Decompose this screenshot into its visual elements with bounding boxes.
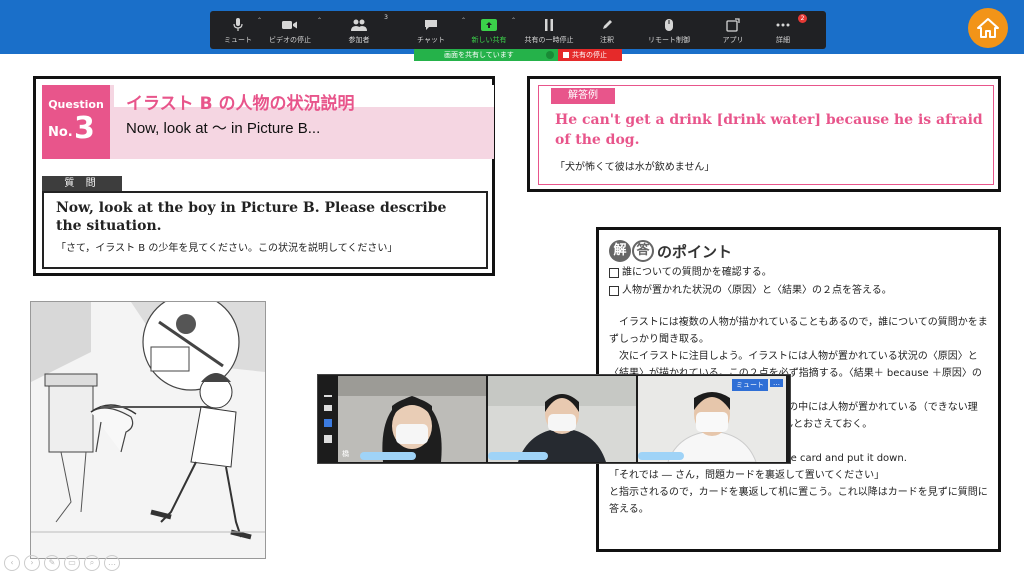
points-paragraph: イラストには複数の人物が描かれていることもあるので，誰についての質問かをまずしっ… — [609, 317, 988, 345]
answer-card: 解答例 He can't get a drink [drink water] b… — [527, 76, 1001, 192]
question-box: Now, look at the boy in Picture B. Pleas… — [42, 191, 488, 269]
chat-bubble-icon — [423, 17, 439, 33]
participant-name: 橋 — [342, 450, 349, 458]
name-redaction — [638, 452, 684, 460]
checklist-text: 誰についての質問かを確認する。 — [622, 267, 772, 278]
new-share-button[interactable]: ⌃ 新しい共有 — [464, 11, 517, 49]
pen-icon[interactable]: ✎ — [44, 555, 60, 571]
checkbox-icon — [609, 286, 619, 296]
video-strip-controls — [318, 375, 338, 463]
answer-english: He can't get a drink [drink water] becau… — [555, 112, 983, 148]
gallery-grid-icon[interactable] — [324, 435, 332, 443]
pause-share-label: 共有の一時停止 — [524, 36, 574, 44]
question-japanese: 「さて，イラスト B の少年を見てください。この状況を説明してください」 — [56, 243, 398, 254]
slides-icon[interactable]: ▭ — [64, 555, 80, 571]
name-redaction — [488, 452, 548, 460]
participants-count: 3 — [384, 14, 388, 21]
question-tag: 質 問 — [42, 176, 122, 192]
checklist-item: 誰についての質問かを確認する。 — [609, 264, 988, 282]
answer-tag: 解答例 — [551, 88, 615, 104]
question-header: Question No. 3 イラスト B の人物の状況説明 Now, look… — [42, 85, 494, 159]
mute-button[interactable]: ⌃ ミュート — [216, 11, 262, 49]
participants-icon — [351, 17, 367, 33]
sharing-status: 画面を共有しています — [414, 49, 558, 61]
meeting-toolbar: ⌃ ミュート ⌃ ビデオの停止 3 参加者 ⌃ チャット ⌃ 新しい共有 共有の… — [210, 11, 826, 49]
points-title: 解 答 のポイント — [609, 238, 988, 264]
pause-share-button[interactable]: 共有の一時停止 — [514, 11, 584, 49]
home-icon — [977, 18, 999, 38]
video-camera-icon — [282, 17, 298, 33]
question-word: Question — [48, 98, 104, 111]
sharing-status-text: 画面を共有しています — [444, 51, 514, 59]
pencil-icon — [599, 17, 615, 33]
zoom-icon[interactable]: ⌕ — [84, 555, 100, 571]
apps-label: アプリ — [722, 36, 744, 44]
stop-share-button[interactable]: 共有の停止 — [558, 49, 622, 61]
answer-japanese: 「犬が怖くて彼は水が飲めません」 — [555, 162, 715, 173]
minimize-icon[interactable] — [324, 395, 332, 397]
next-slide-icon[interactable]: › — [24, 555, 40, 571]
microphone-icon — [230, 17, 246, 33]
question-card: Question No. 3 イラスト B の人物の状況説明 Now, look… — [33, 76, 495, 276]
participant-more-button[interactable]: … — [770, 379, 783, 387]
apps-button[interactable]: アプリ — [708, 11, 758, 49]
points-title-char1: 解 — [609, 240, 631, 262]
annotate-button[interactable]: 注釈 — [584, 11, 630, 49]
pause-icon — [541, 17, 557, 33]
mouse-icon — [661, 17, 677, 33]
mute-label: ミュート — [224, 36, 252, 44]
points-paragraph: 「それでは ― さん，問題カードを裏返して置いてください」 — [609, 470, 885, 481]
video-participants-strip: 橋 ミュート … — [317, 374, 791, 464]
slide-controls: ‹ › ✎ ▭ ⌕ … — [4, 555, 120, 571]
apps-icon — [725, 17, 741, 33]
participant-mute-button[interactable]: ミュート — [732, 379, 768, 391]
video-stop-button[interactable]: ⌃ ビデオの停止 — [260, 11, 322, 49]
video-stop-label: ビデオの停止 — [269, 36, 311, 44]
question-title: イラスト B の人物の状況説明 — [126, 94, 355, 114]
checklist-text: 人物が置かれた状況の〈原因〉と〈結果〉の２点を答える。 — [622, 285, 892, 296]
picture-b-illustration — [30, 293, 266, 559]
chat-button[interactable]: ⌃ チャット — [398, 11, 466, 49]
strip-view-icon[interactable] — [324, 419, 332, 427]
question-english: Now, look at the boy in Picture B. Pleas… — [56, 200, 447, 234]
prev-slide-icon[interactable]: ‹ — [4, 555, 20, 571]
participants-button[interactable]: 3 参加者 — [320, 11, 398, 49]
participants-label: 参加者 — [348, 36, 370, 44]
speaker-view-icon[interactable] — [324, 405, 332, 411]
remote-control-label: リモート制御 — [648, 36, 690, 44]
points-title-char2: 答 — [632, 240, 654, 262]
more-button[interactable]: 2 詳細 — [758, 11, 808, 49]
home-button[interactable] — [968, 8, 1008, 48]
checklist-item: 人物が置かれた状況の〈原因〉と〈結果〉の２点を答える。 — [609, 282, 988, 300]
checkbox-icon — [609, 268, 619, 278]
name-redaction — [360, 452, 416, 460]
shield-icon — [546, 51, 554, 59]
question-subtitle: Now, look at ～ in Picture B... — [126, 120, 321, 137]
notification-badge: 2 — [798, 14, 807, 23]
participant-video-tile-active[interactable]: ミュート … — [638, 376, 786, 462]
question-badge: Question No. 3 — [42, 85, 110, 159]
more-label: 詳細 — [776, 36, 790, 44]
points-title-text: のポイント — [657, 242, 733, 261]
participant-video-tile[interactable] — [488, 376, 636, 462]
participant-video-tile[interactable]: 橋 — [338, 376, 486, 462]
more-options-icon[interactable]: … — [104, 555, 120, 571]
question-no: No. — [48, 125, 73, 140]
new-share-label: 新しい共有 — [471, 36, 507, 44]
chat-label: チャット — [417, 36, 445, 44]
share-status-bar: 画面を共有しています 共有の停止 — [414, 49, 622, 61]
annotate-label: 注釈 — [600, 36, 614, 44]
stop-share-label: 共有の停止 — [572, 51, 607, 59]
remote-control-button[interactable]: リモート制御 — [630, 11, 708, 49]
question-number: 3 — [74, 111, 95, 146]
share-screen-icon — [481, 17, 497, 33]
points-paragraph: と指示されるので，カードを裏返して机に置こう。これ以降はカードを見ずに質問に答え… — [609, 487, 988, 515]
more-dots-icon — [775, 17, 791, 33]
answer-box: 解答例 He can't get a drink [drink water] b… — [538, 85, 994, 185]
